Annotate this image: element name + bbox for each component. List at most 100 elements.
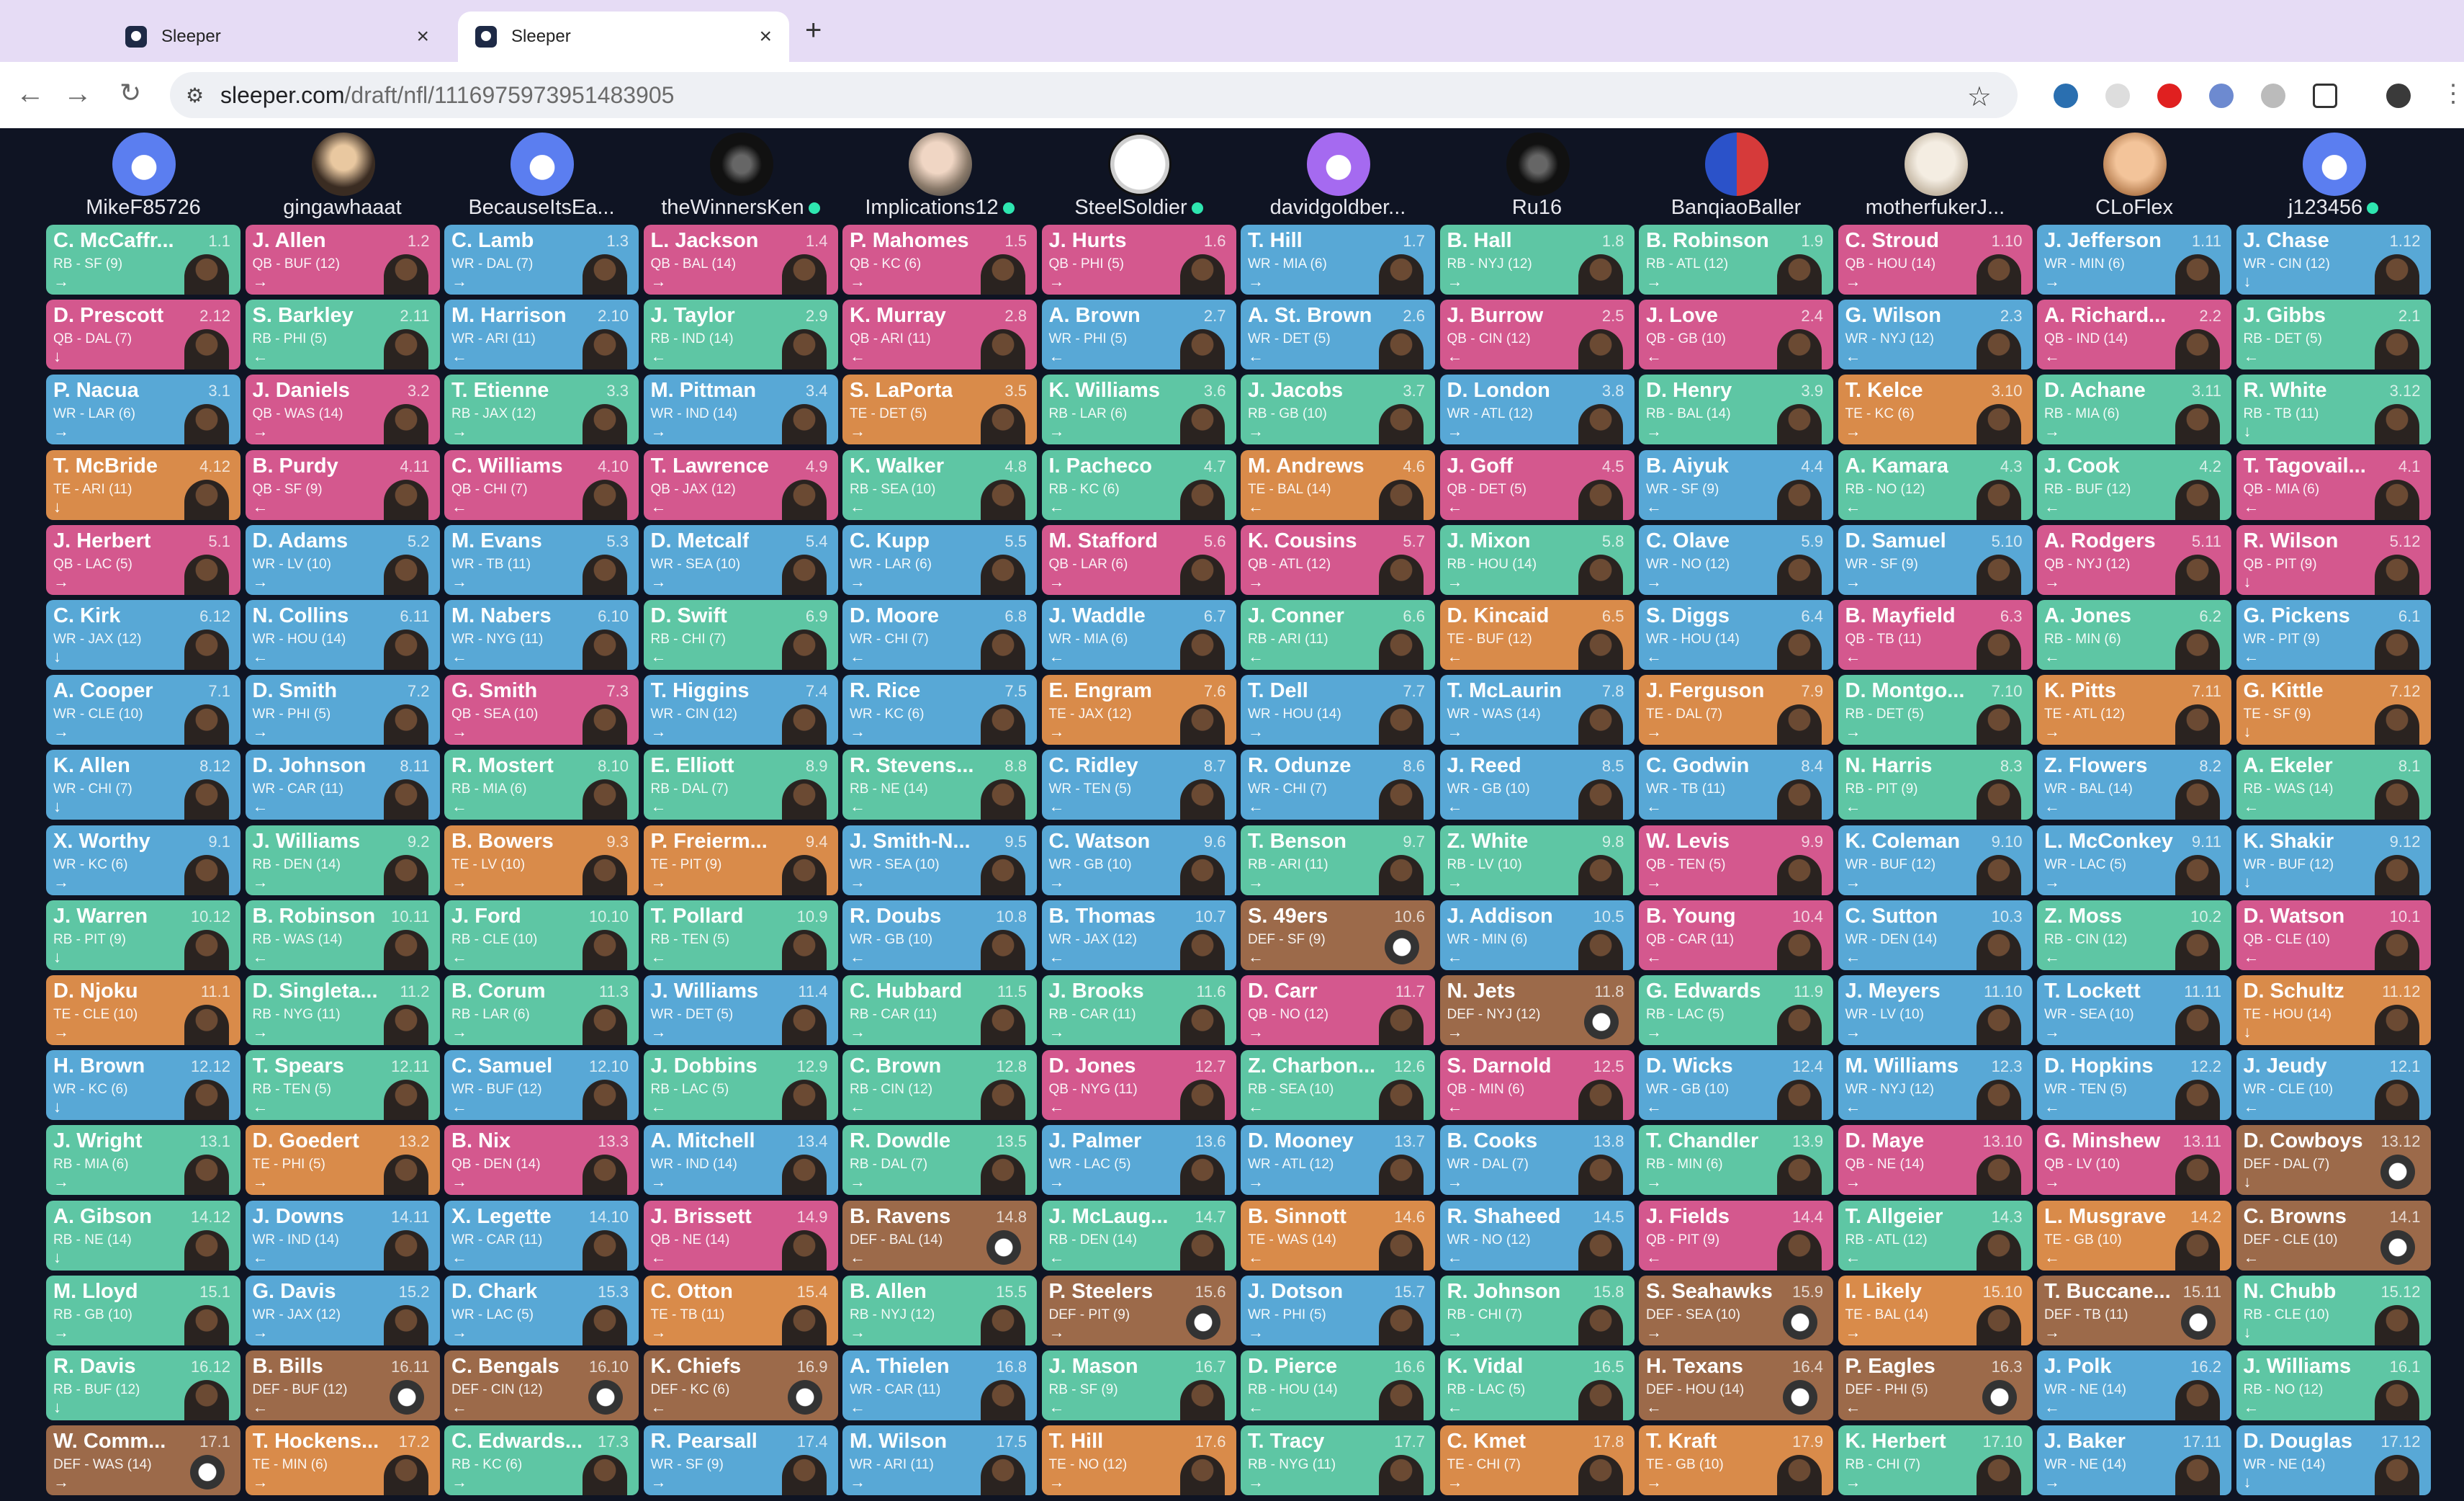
draft-pick-cell[interactable]: T. McLaurin 7.8 WR - WAS (14) →: [1439, 675, 1635, 745]
draft-pick-cell[interactable]: B. Aiyuk 4.4 WR - SF (9) ←: [1639, 449, 1833, 520]
draft-pick-cell[interactable]: T. Hill 17.6 TE - NO (12) →: [1041, 1425, 1236, 1496]
draft-pick-cell[interactable]: H. Texans 16.4 DEF - HOU (14) ←: [1639, 1350, 1833, 1420]
draft-pick-cell[interactable]: B. Corum 11.3 RB - LAR (6) →: [444, 975, 639, 1045]
draft-pick-cell[interactable]: C. Otton 15.4 TE - TB (11) →: [643, 1275, 838, 1345]
draft-pick-cell[interactable]: B. Robinson 10.11 RB - WAS (14) ←: [245, 900, 440, 970]
draft-pick-cell[interactable]: M. Lloyd 15.1 RB - GB (10) →: [46, 1275, 240, 1345]
draft-pick-cell[interactable]: N. Collins 6.11 WR - HOU (14) ←: [245, 600, 440, 670]
draft-pick-cell[interactable]: P. Mahomes 1.5 QB - KC (6) →: [842, 225, 1037, 295]
draft-pick-cell[interactable]: D. Goedert 13.2 TE - PHI (5) →: [245, 1125, 440, 1196]
url-bar[interactable]: ⚙ sleeper.com/draft/nfl/1116975973951483…: [170, 72, 2018, 118]
draft-pick-cell[interactable]: C. Stroud 1.10 QB - HOU (14) →: [1838, 225, 2033, 295]
draft-pick-cell[interactable]: R. White 3.12 RB - TB (11) ↓: [2236, 375, 2431, 445]
draft-pick-cell[interactable]: E. Engram 7.6 TE - JAX (12) →: [1041, 675, 1236, 745]
draft-pick-cell[interactable]: T. Buccane... 15.11 DEF - TB (11) →: [2037, 1275, 2231, 1345]
draft-pick-cell[interactable]: J. Warren 10.12 RB - PIT (9) ↓: [46, 900, 240, 970]
draft-pick-cell[interactable]: J. Brooks 11.6 RB - CAR (11) →: [1041, 975, 1236, 1045]
team-header[interactable]: BanqiaoBaller: [1639, 128, 1833, 223]
draft-pick-cell[interactable]: J. Williams 11.4 WR - DET (5) →: [643, 975, 838, 1045]
draft-pick-cell[interactable]: C. Browns 14.1 DEF - CLE (10) ←: [2236, 1200, 2431, 1271]
draft-pick-cell[interactable]: Z. Moss 10.2 RB - CIN (12) ←: [2037, 900, 2231, 970]
draft-pick-cell[interactable]: M. Pittman 3.4 WR - IND (14) →: [643, 375, 838, 445]
draft-pick-cell[interactable]: J. Daniels 3.2 QB - WAS (14) →: [245, 375, 440, 445]
draft-pick-cell[interactable]: J. Gibbs 2.1 RB - DET (5) ←: [2236, 300, 2431, 370]
draft-pick-cell[interactable]: B. Robinson 1.9 RB - ATL (12) →: [1639, 225, 1833, 295]
draft-pick-cell[interactable]: A. Gibson 14.12 RB - NE (14) ↓: [46, 1200, 240, 1271]
draft-pick-cell[interactable]: H. Brown 12.12 WR - KC (6) ↓: [46, 1050, 240, 1121]
draft-pick-cell[interactable]: D. Moore 6.8 WR - CHI (7) ←: [842, 600, 1037, 670]
draft-pick-cell[interactable]: D. Swift 6.9 RB - CHI (7) ←: [643, 600, 838, 670]
draft-pick-cell[interactable]: G. Wilson 2.3 WR - NYJ (12) ←: [1838, 300, 2033, 370]
draft-pick-cell[interactable]: B. Thomas 10.7 WR - JAX (12) ←: [1041, 900, 1236, 970]
draft-pick-cell[interactable]: M. Harrison 2.10 WR - ARI (11) ←: [444, 300, 639, 370]
team-header[interactable]: SteelSoldier: [1042, 128, 1236, 223]
draft-pick-cell[interactable]: J. Downs 14.11 WR - IND (14) ←: [245, 1200, 440, 1271]
draft-pick-cell[interactable]: B. Young 10.4 QB - CAR (11) ←: [1639, 900, 1833, 970]
draft-pick-cell[interactable]: S. Darnold 12.5 QB - MIN (6) ←: [1439, 1050, 1635, 1121]
draft-pick-cell[interactable]: T. Hill 1.7 WR - MIA (6) →: [1241, 225, 1435, 295]
draft-pick-cell[interactable]: J. Williams 16.1 RB - NO (12) ←: [2236, 1350, 2431, 1420]
team-avatar[interactable]: [112, 133, 176, 196]
draft-pick-cell[interactable]: T. McBride 4.12 TE - ARI (11) ↓: [46, 449, 240, 520]
draft-pick-cell[interactable]: G. Minshew 13.11 QB - LV (10) →: [2037, 1125, 2231, 1196]
draft-pick-cell[interactable]: J. Waddle 6.7 WR - MIA (6) ←: [1041, 600, 1236, 670]
draft-pick-cell[interactable]: G. Smith 7.3 QB - SEA (10) →: [444, 675, 639, 745]
draft-pick-cell[interactable]: I. Pacheco 4.7 RB - KC (6) ←: [1041, 449, 1236, 520]
draft-pick-cell[interactable]: J. Herbert 5.1 QB - LAC (5) →: [46, 524, 240, 595]
draft-pick-cell[interactable]: C. Kirk 6.12 WR - JAX (12) ↓: [46, 600, 240, 670]
draft-pick-cell[interactable]: B. Sinnott 14.6 TE - WAS (14) ←: [1241, 1200, 1435, 1271]
team-avatar[interactable]: [1107, 133, 1172, 196]
draft-pick-cell[interactable]: J. Polk 16.2 WR - NE (14) ←: [2037, 1350, 2231, 1420]
draft-pick-cell[interactable]: D. Wicks 12.4 WR - GB (10) ←: [1639, 1050, 1833, 1121]
draft-pick-cell[interactable]: J. Jacobs 3.7 RB - GB (10) →: [1241, 375, 1435, 445]
draft-pick-cell[interactable]: T. Tracy 17.7 RB - NYG (11) →: [1241, 1425, 1435, 1496]
draft-pick-cell[interactable]: T. Tagovail... 4.1 QB - MIA (6) ←: [2236, 449, 2431, 520]
draft-pick-cell[interactable]: C. Watson 9.6 WR - GB (10) →: [1041, 825, 1236, 895]
draft-pick-cell[interactable]: J. Dotson 15.7 WR - PHI (5) →: [1241, 1275, 1435, 1345]
draft-pick-cell[interactable]: J. Conner 6.6 RB - ARI (11) ←: [1241, 600, 1435, 670]
draft-pick-cell[interactable]: B. Cooks 13.8 WR - DAL (7) →: [1439, 1125, 1635, 1196]
draft-pick-cell[interactable]: D. Prescott 2.12 QB - DAL (7) ↓: [46, 300, 240, 370]
draft-pick-cell[interactable]: Z. White 9.8 RB - LV (10) →: [1439, 825, 1635, 895]
draft-pick-cell[interactable]: J. Palmer 13.6 WR - LAC (5) →: [1041, 1125, 1236, 1196]
draft-pick-cell[interactable]: D. Henry 3.9 RB - BAL (14) →: [1639, 375, 1833, 445]
draft-pick-cell[interactable]: C. Samuel 12.10 WR - BUF (12) ←: [444, 1050, 639, 1121]
draft-pick-cell[interactable]: L. Jackson 1.4 QB - BAL (14) →: [643, 225, 838, 295]
draft-pick-cell[interactable]: Z. Charbon... 12.6 RB - SEA (10) ←: [1241, 1050, 1435, 1121]
draft-pick-cell[interactable]: A. Mitchell 13.4 WR - IND (14) →: [643, 1125, 838, 1196]
draft-pick-cell[interactable]: D. Adams 5.2 WR - LV (10) →: [245, 524, 440, 595]
draft-pick-cell[interactable]: J. Love 2.4 QB - GB (10) ←: [1639, 300, 1833, 370]
draft-pick-cell[interactable]: C. Brown 12.8 RB - CIN (12) ←: [842, 1050, 1037, 1121]
draft-pick-cell[interactable]: K. Cousins 5.7 QB - ATL (12) →: [1241, 524, 1435, 595]
draft-pick-cell[interactable]: K. Williams 3.6 RB - LAR (6) →: [1041, 375, 1236, 445]
draft-pick-cell[interactable]: J. Hurts 1.6 QB - PHI (5) →: [1041, 225, 1236, 295]
draft-pick-cell[interactable]: J. Mason 16.7 RB - SF (9) ←: [1041, 1350, 1236, 1420]
close-tab-icon[interactable]: ×: [759, 24, 772, 49]
draft-pick-cell[interactable]: R. Stevens... 8.8 RB - NE (14) ←: [842, 750, 1037, 820]
draft-pick-cell[interactable]: J. Brissett 14.9 QB - NE (14) ←: [643, 1200, 838, 1271]
draft-pick-cell[interactable]: S. Barkley 2.11 RB - PHI (5) ←: [245, 300, 440, 370]
draft-pick-cell[interactable]: X. Worthy 9.1 WR - KC (6) →: [46, 825, 240, 895]
new-tab-icon[interactable]: +: [805, 14, 822, 47]
draft-pick-cell[interactable]: J. Williams 9.2 RB - DEN (14) →: [245, 825, 440, 895]
draft-pick-cell[interactable]: K. Herbert 17.10 RB - CHI (7) →: [1838, 1425, 2033, 1496]
draft-pick-cell[interactable]: T. Higgins 7.4 WR - CIN (12) →: [643, 675, 838, 745]
draft-pick-cell[interactable]: N. Harris 8.3 RB - PIT (9) ←: [1838, 750, 2033, 820]
draft-pick-cell[interactable]: J. Smith-N... 9.5 WR - SEA (10) →: [842, 825, 1037, 895]
team-header[interactable]: CLoFlex: [2037, 128, 2231, 223]
draft-pick-cell[interactable]: J. Chase 1.12 WR - CIN (12) ↓: [2236, 225, 2431, 295]
draft-pick-cell[interactable]: R. Wilson 5.12 QB - PIT (9) ↓: [2236, 524, 2431, 595]
draft-pick-cell[interactable]: C. Olave 5.9 WR - NO (12) →: [1639, 524, 1833, 595]
draft-pick-cell[interactable]: K. Coleman 9.10 WR - BUF (12) →: [1838, 825, 2033, 895]
draft-pick-cell[interactable]: J. Wright 13.1 RB - MIA (6) →: [46, 1125, 240, 1196]
draft-pick-cell[interactable]: T. Chandler 13.9 RB - MIN (6) →: [1639, 1125, 1833, 1196]
team-avatar[interactable]: [2103, 133, 2167, 196]
team-avatar[interactable]: [1705, 133, 1768, 196]
draft-pick-cell[interactable]: S. Seahawks 15.9 DEF - SEA (10) →: [1639, 1275, 1833, 1345]
draft-pick-cell[interactable]: J. Dobbins 12.9 RB - LAC (5) ←: [643, 1050, 838, 1121]
draft-pick-cell[interactable]: P. Freierm... 9.4 TE - PIT (9) →: [643, 825, 838, 895]
extension-icon[interactable]: [2261, 84, 2285, 108]
draft-pick-cell[interactable]: J. Allen 1.2 QB - BUF (12) →: [245, 225, 440, 295]
draft-pick-cell[interactable]: D. Chark 15.3 WR - LAC (5) →: [444, 1275, 639, 1345]
draft-pick-cell[interactable]: J. Cook 4.2 RB - BUF (12) ←: [2037, 449, 2231, 520]
